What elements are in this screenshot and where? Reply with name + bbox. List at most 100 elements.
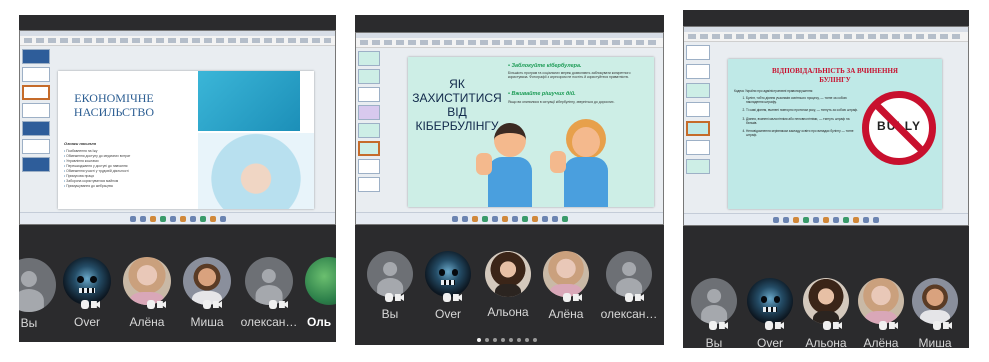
mic-muted-icon [709, 321, 728, 330]
participant-name: олексан… [600, 307, 658, 321]
slide-thumbnails [358, 51, 380, 202]
participant-avatar [183, 257, 231, 305]
participant-tile[interactable]: Альона [799, 278, 853, 348]
slide-thumbnail[interactable] [686, 45, 710, 60]
participant-avatar [912, 278, 958, 324]
default-avatar-icon [245, 257, 293, 305]
slide-thumbnail[interactable] [686, 121, 710, 136]
participant-name: Алёна [129, 315, 165, 329]
slide-thumbnail[interactable] [22, 139, 50, 154]
mic-muted-icon [269, 300, 288, 309]
slide-title: ЕКОНОМІЧНЕ НАСИЛЬСТВО [73, 91, 155, 119]
slide-thumbnail[interactable] [686, 83, 710, 98]
slide-thumbnail[interactable] [686, 102, 710, 117]
slide-thumbnail[interactable] [358, 159, 380, 174]
slide-thumbnail[interactable] [22, 103, 50, 118]
slide-thumbnail[interactable] [358, 123, 380, 138]
participant-name: Вы [705, 336, 723, 348]
windows-taskbar [20, 212, 335, 224]
slide-thumbnail[interactable] [358, 177, 380, 192]
slide-list: Булінг, тобто діяння учасників освітньог… [740, 96, 858, 137]
list-item: Неповідомлення керівником закладу освіти… [746, 129, 858, 137]
participant-name: Вы [20, 316, 38, 330]
slide-thumbnail[interactable] [686, 140, 710, 155]
mic-muted-icon [385, 293, 404, 302]
participant-name: Over [434, 307, 461, 321]
participant-tile[interactable]: Алёна [119, 257, 175, 329]
slide-heading: • Вживайте рішучих дій. [508, 91, 576, 97]
participant-tile[interactable]: олексан… [239, 257, 299, 329]
participant-name: Оль [307, 315, 332, 329]
slide-subtitle: Ознаки насилля [64, 141, 97, 146]
slide-thumbnail[interactable] [686, 64, 710, 79]
participant-tile[interactable]: Вы [19, 258, 59, 330]
participant-tile[interactable]: Миша [909, 278, 961, 348]
participant-avatar [543, 251, 589, 297]
mic-muted-icon [879, 321, 898, 330]
participant-avatar [803, 278, 849, 324]
windows-taskbar [684, 213, 968, 225]
slide-bullets: Позбавлення на їжу Обмеження доступу до … [64, 149, 194, 189]
list-item: Діяння, вчинені малолітніми або неповнол… [746, 117, 858, 125]
slide-text: Більшість програм та соціальних мереж до… [508, 71, 631, 80]
participant-avatar [305, 257, 336, 305]
slide-thumbnail[interactable] [358, 87, 380, 102]
participant-tile[interactable]: Алёна [855, 278, 907, 348]
slide-thumbnail[interactable] [22, 49, 50, 64]
shared-screen-3[interactable]: ВІДПОВІДАЛЬНІСТЬ ЗА ВЧИНЕННЯ БУЛІНГУ Код… [683, 26, 969, 226]
no-bullying-sign: BULLY [862, 91, 936, 165]
participant-tile[interactable]: Over [745, 278, 795, 348]
mic-muted-icon [563, 293, 582, 302]
participant-tile[interactable]: Over [61, 257, 113, 329]
participant-tile[interactable]: Over [423, 251, 473, 321]
slide-thumbnail[interactable] [358, 105, 380, 120]
ppt-ribbon [356, 33, 663, 48]
slide-thumbnail[interactable] [358, 69, 380, 84]
slide-thumbnail[interactable] [358, 51, 380, 66]
page-indicator[interactable] [477, 338, 537, 342]
participant-tile[interactable]: олексан… [599, 251, 659, 321]
participant-name: Альона [805, 336, 847, 348]
participant-tile[interactable]: Оль [305, 257, 336, 329]
slide-thumbnail[interactable] [22, 67, 50, 82]
slide-banner [198, 71, 300, 131]
skull-avatar [63, 257, 111, 305]
slide-thumbnail[interactable] [22, 121, 50, 136]
participant-name: Вы [381, 307, 399, 321]
slide-thumbnail[interactable] [358, 141, 380, 156]
participant-avatar [858, 278, 904, 324]
participant-tile[interactable]: Альона [481, 251, 535, 319]
mic-muted-icon [443, 293, 462, 302]
participant-tile[interactable]: Алёна [541, 251, 591, 321]
screenshot-collage: ЕКОНОМІЧНЕ НАСИЛЬСТВО Ознаки насилля Поз… [0, 0, 989, 362]
participant-name: Over [73, 315, 100, 329]
list-item: Булінг, тобто діяння учасників освітньог… [746, 96, 858, 104]
slide-photo [198, 133, 314, 209]
participant-name: Алёна [863, 336, 899, 348]
slide-thumbnail[interactable] [22, 157, 50, 172]
call-screen-1: ЕКОНОМІЧНЕ НАСИЛЬСТВО Ознаки насилля Поз… [19, 15, 336, 342]
shared-screen-2[interactable]: ЯК ЗАХИСТИТИСЯ ВІД КІБЕРБУЛІНГУ • Заблок… [355, 32, 664, 225]
skull-avatar [425, 251, 471, 297]
participant-tile[interactable]: Вы [689, 278, 739, 348]
mic-muted-icon [81, 300, 100, 309]
slide-thumbnail[interactable] [686, 159, 710, 174]
default-avatar-icon [691, 278, 737, 324]
slide-thumbnail[interactable] [22, 85, 50, 100]
skull-avatar [747, 278, 793, 324]
shared-screen-1[interactable]: ЕКОНОМІЧНЕ НАСИЛЬСТВО Ознаки насилля Поз… [19, 30, 336, 225]
participant-name: Миша [918, 336, 952, 348]
participant-avatar [123, 257, 171, 305]
mic-muted-icon [765, 321, 784, 330]
list-item: Ті самі діяння, вчинені повторно протяго… [746, 108, 858, 112]
participant-tile[interactable]: Вы [365, 251, 415, 321]
ppt-ribbon [20, 31, 335, 46]
windows-taskbar [356, 212, 663, 224]
list-item: Примушування до жебрацтва [64, 184, 194, 189]
slide-intro: Кодекс України про адміністративні право… [734, 89, 813, 93]
participant-name: Альона [487, 305, 529, 319]
slide-1: ЕКОНОМІЧНЕ НАСИЛЬСТВО Ознаки насилля Поз… [58, 71, 314, 209]
mic-muted-icon [203, 300, 222, 309]
participant-tile[interactable]: Миша [181, 257, 233, 329]
mic-muted-icon [147, 300, 166, 309]
